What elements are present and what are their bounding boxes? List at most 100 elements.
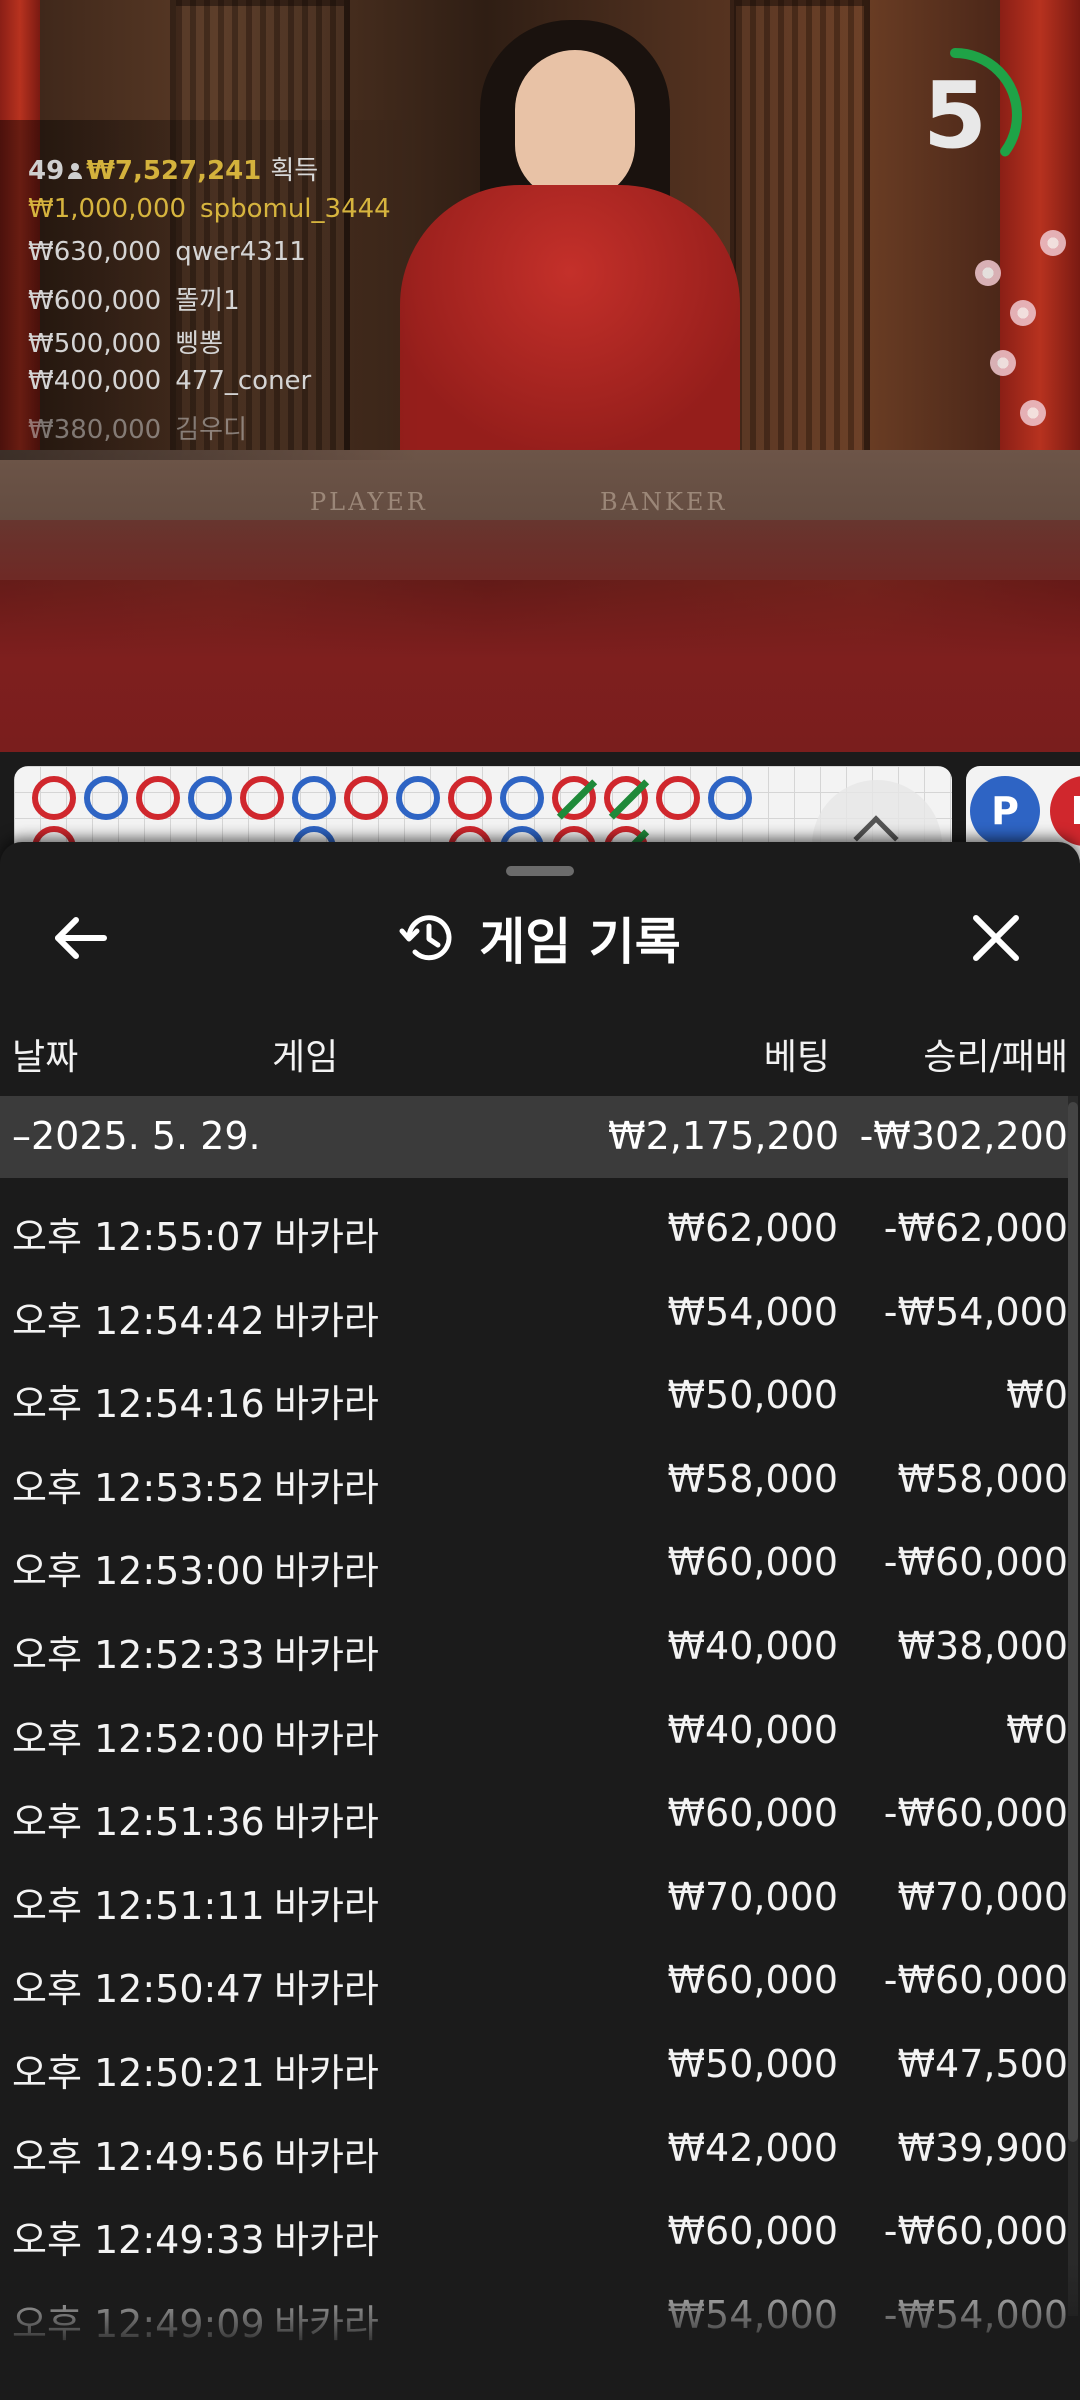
winner-user: qwer4311 bbox=[175, 237, 306, 267]
winner-row: ₩500,000 삥뽕 bbox=[28, 323, 420, 366]
row-game: 바카라 bbox=[274, 1800, 379, 1845]
history-row[interactable]: 오후 12:49:09 바카라 ₩54,000 -₩54,000 bbox=[0, 2273, 1080, 2357]
sheet-title-text: 게임 기록 bbox=[479, 913, 681, 971]
table-header: 날짜 게임 베팅 승리/패배 bbox=[0, 1020, 1080, 1080]
row-bet: ₩60,000 bbox=[667, 1791, 838, 1836]
row-result: -₩54,000 bbox=[883, 2292, 1068, 2337]
winner-amount: ₩630,000 bbox=[28, 237, 162, 267]
row-result: ₩38,000 bbox=[897, 1624, 1068, 1668]
winner-user: spbomul_3444 bbox=[200, 194, 391, 224]
row-time: 오후 12:52:00 bbox=[12, 1716, 265, 1761]
history-row[interactable]: 오후 12:54:16 바카라 ₩50,000 ₩0 bbox=[0, 1353, 1080, 1437]
winners-total: ₩7,527,241 bbox=[86, 156, 262, 186]
scrollbar-thumb[interactable] bbox=[1068, 1102, 1078, 2142]
blossom bbox=[1010, 300, 1036, 326]
column-result: 승리/패배 bbox=[923, 1037, 1068, 1078]
row-game: 바카라 bbox=[274, 1716, 379, 1761]
row-time: 오후 12:54:42 bbox=[12, 1298, 265, 1343]
history-row[interactable]: 오후 12:51:11 바카라 ₩70,000 ₩70,000 bbox=[0, 1855, 1080, 1939]
history-row[interactable]: 오후 12:55:07 바카라 ₩62,000 -₩62,000 bbox=[0, 1186, 1080, 1270]
game-history-sheet: 게임 기록 날짜 게임 베팅 승리/패배 –2025. 5. 29. ₩2,17… bbox=[0, 842, 1080, 2400]
column-date: 날짜 bbox=[12, 1037, 79, 1078]
winners-list: 49 ₩7,527,241 획득 ₩1,000,000 spbomul_3444 ₩… bbox=[0, 120, 420, 460]
row-bet: ₩50,000 bbox=[667, 1373, 838, 1418]
winner-row: ₩380,000 김우디 bbox=[28, 409, 420, 452]
row-time: 오후 12:49:33 bbox=[12, 2218, 265, 2263]
winners-total-label: 획득 bbox=[270, 156, 319, 186]
row-time: 오후 12:53:00 bbox=[12, 1549, 265, 1594]
row-game: 바카라 bbox=[274, 1967, 379, 2012]
bead-player bbox=[188, 776, 232, 820]
row-time: 오후 12:55:07 bbox=[12, 1215, 265, 1259]
person-icon bbox=[68, 163, 83, 179]
history-row[interactable]: 오후 12:50:21 바카라 ₩50,000 ₩47,500 bbox=[0, 2022, 1080, 2106]
dealer-dress bbox=[400, 185, 740, 475]
winner-user: 삥뽕 bbox=[175, 329, 224, 359]
date-group-result: -₩302,200 bbox=[859, 1114, 1068, 1158]
row-bet: ₩60,000 bbox=[667, 1540, 838, 1585]
row-result: ₩39,900 bbox=[897, 2125, 1068, 2170]
row-game: 바카라 bbox=[274, 1883, 379, 1928]
winner-row: ₩630,000 qwer4311 bbox=[28, 237, 420, 280]
row-game: 바카라 bbox=[274, 1215, 379, 1259]
blossom bbox=[990, 350, 1016, 376]
bead-banker bbox=[32, 776, 76, 820]
row-bet: ₩62,000 bbox=[667, 1206, 838, 1250]
winner-row: ₩1,000,000 spbomul_3444 bbox=[28, 194, 420, 237]
bead-banker bbox=[240, 776, 284, 820]
history-icon bbox=[399, 915, 452, 961]
row-result: -₩60,000 bbox=[883, 2209, 1068, 2254]
bead-tie bbox=[552, 776, 596, 820]
blossom bbox=[975, 260, 1001, 286]
history-row[interactable]: 오후 12:52:00 바카라 ₩40,000 ₩0 bbox=[0, 1688, 1080, 1772]
row-result: -₩60,000 bbox=[883, 1958, 1068, 2003]
winners-header: 49 ₩7,527,241 획득 bbox=[28, 150, 420, 194]
winner-user: 김우디 bbox=[175, 415, 247, 445]
dealer-face bbox=[515, 50, 635, 200]
blossom bbox=[1020, 400, 1046, 426]
history-row[interactable]: 오후 12:49:33 바카라 ₩60,000 -₩60,000 bbox=[0, 2189, 1080, 2273]
row-game: 바카라 bbox=[274, 2134, 379, 2179]
bead-banker bbox=[344, 776, 388, 820]
date-group-bet: ₩2,175,200 bbox=[608, 1114, 839, 1158]
live-video: PLAYER BANKER 49 ₩7,527,241 획득 ₩1,000,000… bbox=[0, 0, 1080, 752]
player-badge[interactable]: P bbox=[970, 776, 1040, 846]
history-row[interactable]: 오후 12:49:56 바카라 ₩42,000 ₩39,900 bbox=[0, 2106, 1080, 2190]
bead-banker bbox=[136, 776, 180, 820]
row-bet: ₩42,000 bbox=[667, 2125, 838, 2170]
bead-player bbox=[396, 776, 440, 820]
history-row[interactable]: 오후 12:51:36 바카라 ₩60,000 -₩60,000 bbox=[0, 1771, 1080, 1855]
countdown-timer: 5 bbox=[890, 40, 1040, 190]
row-bet: ₩54,000 bbox=[667, 1289, 838, 1334]
close-icon bbox=[973, 915, 1019, 961]
winner-amount: ₩1,000,000 bbox=[28, 194, 187, 224]
banker-badge[interactable]: B bbox=[1050, 776, 1080, 846]
row-bet: ₩70,000 bbox=[667, 1874, 838, 1919]
history-row[interactable]: 오후 12:54:42 바카라 ₩54,000 -₩54,000 bbox=[0, 1270, 1080, 1354]
row-result: -₩54,000 bbox=[883, 1289, 1068, 1334]
video-fade bbox=[0, 520, 1080, 752]
row-bet: ₩40,000 bbox=[667, 1707, 838, 1752]
row-result: -₩62,000 bbox=[883, 1206, 1068, 1250]
close-button[interactable] bbox=[960, 902, 1032, 974]
winner-amount: ₩500,000 bbox=[28, 329, 162, 359]
history-row[interactable]: 오후 12:52:33 바카라 ₩40,000 ₩38,000 bbox=[0, 1604, 1080, 1688]
date-group-row[interactable]: –2025. 5. 29. ₩2,175,200 -₩302,200 bbox=[0, 1096, 1068, 1178]
history-row[interactable]: 오후 12:53:00 바카라 ₩60,000 -₩60,000 bbox=[0, 1520, 1080, 1604]
history-row[interactable]: 오후 12:50:47 바카라 ₩60,000 -₩60,000 bbox=[0, 1938, 1080, 2022]
dealer bbox=[390, 20, 750, 475]
row-game: 바카라 bbox=[274, 2218, 379, 2263]
winner-amount: ₩400,000 bbox=[28, 366, 162, 396]
row-result: ₩0 bbox=[1006, 1707, 1068, 1752]
sheet-drag-handle[interactable] bbox=[506, 866, 574, 876]
row-game: 바카라 bbox=[274, 1549, 379, 1594]
sheet-title: 게임 기록 bbox=[0, 902, 1080, 974]
column-bet: 베팅 bbox=[763, 1037, 830, 1078]
row-time: 오후 12:54:16 bbox=[12, 1382, 265, 1427]
blossom bbox=[1040, 230, 1066, 256]
column-game: 게임 bbox=[272, 1037, 339, 1078]
winner-row: ₩600,000 똘끼1 bbox=[28, 280, 420, 323]
row-result: ₩47,500 bbox=[897, 2042, 1068, 2086]
history-row[interactable]: 오후 12:53:52 바카라 ₩58,000 ₩58,000 bbox=[0, 1437, 1080, 1521]
timer-seconds: 5 bbox=[922, 62, 987, 169]
